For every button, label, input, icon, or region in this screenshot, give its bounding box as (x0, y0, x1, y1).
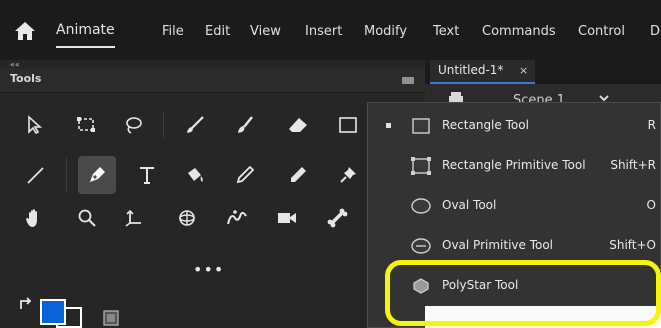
home-icon[interactable] (14, 20, 36, 42)
flyout-label: Oval Tool (442, 198, 497, 212)
line-icon[interactable] (20, 160, 50, 190)
lasso-icon[interactable] (118, 110, 148, 140)
menu-commands[interactable]: Commands (482, 24, 556, 39)
menu-edit[interactable]: Edit (205, 24, 230, 39)
asset-warp-icon[interactable] (222, 203, 252, 233)
close-tab-icon[interactable]: × (519, 64, 528, 77)
tools-panel-header: Tools (0, 68, 425, 93)
flyout-label: Rectangle Primitive Tool (442, 158, 586, 172)
menu-bar: Animate File Edit View Insert Modify Tex… (0, 0, 661, 61)
free-transform-icon[interactable] (72, 110, 102, 140)
flyout-shortcut: Shift+R (610, 158, 656, 172)
pin-icon[interactable] (333, 160, 363, 190)
hand-icon[interactable] (20, 203, 50, 233)
eraser-icon[interactable] (283, 110, 313, 140)
active-bullet (386, 123, 391, 128)
fill-color-swatch[interactable] (40, 299, 66, 325)
flyout-shortcut: Shift+O (609, 238, 656, 252)
rectangle-tool-icon[interactable] (333, 110, 363, 140)
bone-icon[interactable] (322, 203, 352, 233)
rectangle-icon (412, 118, 430, 134)
tools-panel (0, 60, 425, 328)
menu-text[interactable]: Text (433, 24, 459, 39)
app-name-tab[interactable]: Animate (56, 22, 115, 48)
zoom-icon[interactable] (72, 203, 102, 233)
pen-icon[interactable] (78, 156, 116, 194)
flyout-label: Oval Primitive Tool (442, 238, 554, 252)
flyout-item-rectangle-primitive-tool[interactable]: Rectangle Primitive Tool Shift+R (368, 147, 661, 185)
menu-debug-partial[interactable]: D (650, 24, 660, 39)
pencil-icon[interactable] (283, 160, 313, 190)
flyout-item-rectangle-tool[interactable]: Rectangle Tool R (368, 107, 661, 145)
paint-brush-icon[interactable] (230, 110, 260, 140)
tools-panel-title: Tools (10, 72, 42, 85)
oval-icon (411, 198, 431, 214)
menu-file[interactable]: File (162, 24, 184, 39)
tool-group-divider (163, 112, 164, 138)
3d-rotation-icon[interactable] (172, 203, 202, 233)
menu-control[interactable]: Control (578, 24, 625, 39)
flyout-shortcut: R (647, 118, 656, 132)
brush-icon[interactable] (180, 110, 210, 140)
selection-arrow-icon[interactable] (20, 110, 50, 140)
flyout-label: Rectangle Tool (442, 118, 529, 132)
stroke-color-icon[interactable] (18, 296, 34, 312)
oval-primitive-icon (411, 238, 431, 254)
eyedropper-icon[interactable] (230, 160, 260, 190)
flyout-item-oval-tool[interactable]: Oval Tool O (368, 187, 661, 225)
polystar-highlight-annotation (385, 260, 661, 326)
more-tools-button[interactable]: ••• (193, 260, 224, 279)
menu-view[interactable]: View (250, 24, 281, 39)
bone-transform-icon[interactable] (118, 203, 148, 233)
camera-icon[interactable] (272, 203, 302, 233)
menu-insert[interactable]: Insert (305, 24, 342, 39)
flyout-shortcut: O (646, 198, 656, 212)
rectangle-primitive-icon (411, 157, 431, 175)
tool-group-divider-2 (66, 158, 67, 192)
panel-menu-icon[interactable] (402, 77, 414, 84)
document-tab-label: Untitled-1* (438, 63, 504, 77)
text-icon[interactable] (132, 160, 162, 190)
paint-bucket-icon[interactable] (180, 160, 210, 190)
menu-modify[interactable]: Modify (364, 24, 407, 39)
object-drawing-icon[interactable] (101, 308, 121, 328)
document-tab[interactable]: Untitled-1* × (430, 60, 535, 84)
